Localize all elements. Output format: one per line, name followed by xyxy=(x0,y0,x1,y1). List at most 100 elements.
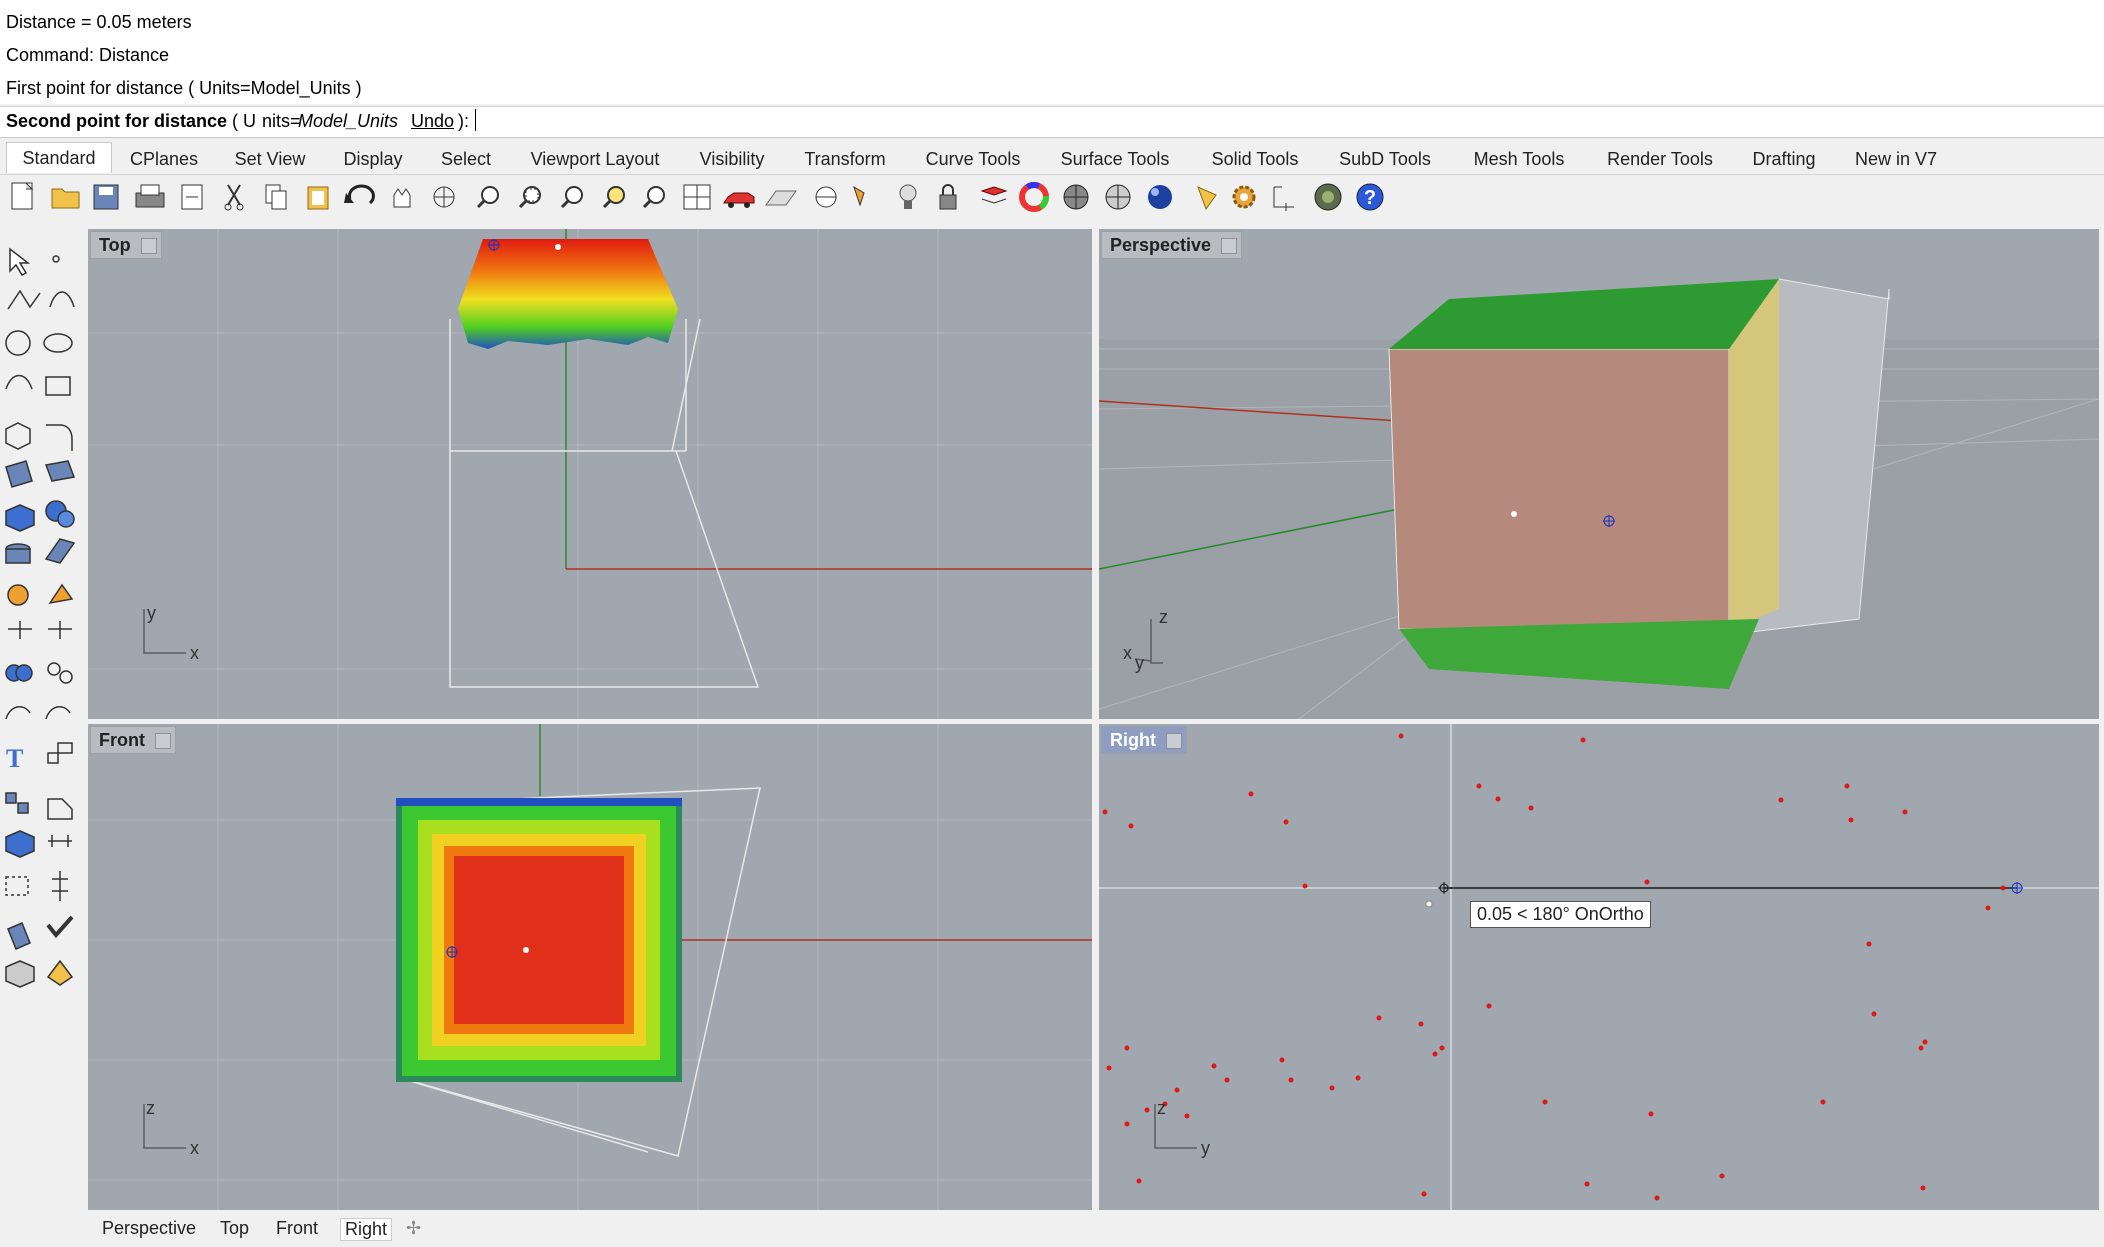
settings-icon[interactable] xyxy=(1232,185,1256,209)
prompt-units-value[interactable]: Model_Units xyxy=(298,111,398,132)
bottom-tab-right[interactable]: Right xyxy=(340,1218,393,1241)
tab-mesh-tools[interactable]: Mesh Tools xyxy=(1462,144,1576,174)
light-icon[interactable] xyxy=(899,184,917,209)
arc-icon[interactable] xyxy=(5,374,33,390)
new-icon[interactable] xyxy=(11,182,34,210)
cylinder-icon[interactable] xyxy=(5,543,31,564)
help-icon[interactable]: ? xyxy=(1356,183,1384,211)
offset-icon[interactable] xyxy=(5,706,31,720)
tab-surface-tools[interactable]: Surface Tools xyxy=(1048,144,1182,174)
lock-icon[interactable] xyxy=(939,184,957,210)
viewport-label-right[interactable]: Right xyxy=(1101,726,1187,754)
render-object-icon[interactable] xyxy=(5,960,35,988)
layer-icon[interactable] xyxy=(980,186,1008,204)
cplane-icon[interactable] xyxy=(815,186,837,208)
perspective-viewport[interactable]: z x y Perspective xyxy=(1099,229,2099,719)
cut-icon[interactable] xyxy=(224,184,244,211)
zoom-icon[interactable] xyxy=(476,186,499,209)
tab-set-view[interactable]: Set View xyxy=(222,144,318,174)
select-arrow-icon[interactable] xyxy=(9,247,31,276)
snap-icon[interactable] xyxy=(853,185,865,207)
chevron-down-icon[interactable] xyxy=(1221,238,1238,254)
tab-render-tools[interactable]: Render Tools xyxy=(1594,144,1726,174)
polygon-icon[interactable] xyxy=(5,422,31,450)
material-icon[interactable] xyxy=(46,959,74,986)
tab-viewport-layout[interactable]: Viewport Layout xyxy=(516,144,674,174)
front-viewport[interactable]: z x Front xyxy=(88,724,1092,1210)
circle-icon[interactable] xyxy=(5,330,31,356)
top-viewport[interactable]: y x Top xyxy=(88,229,1092,719)
tab-visibility[interactable]: Visibility xyxy=(688,144,776,174)
prompt-units-option[interactable]: nits= xyxy=(262,111,301,132)
zoom-selected-icon[interactable] xyxy=(602,186,625,209)
tab-curve-tools[interactable]: Curve Tools xyxy=(914,144,1032,174)
rectangle-icon[interactable] xyxy=(45,376,71,396)
tab-transform[interactable]: Transform xyxy=(790,144,900,174)
boolean-icon[interactable] xyxy=(48,583,74,605)
tab-new-in-v7[interactable]: New in V7 xyxy=(1844,144,1948,174)
rotate-view-icon[interactable] xyxy=(433,186,455,208)
tab-standard[interactable]: Standard xyxy=(6,142,112,173)
text-icon[interactable]: T xyxy=(6,744,23,773)
polyline-icon[interactable] xyxy=(7,289,41,310)
print-icon[interactable] xyxy=(135,184,165,208)
trim-icon[interactable] xyxy=(8,621,32,639)
zoom-extents-icon[interactable] xyxy=(560,186,583,209)
viewport-label-front[interactable]: Front xyxy=(90,726,176,754)
undo-icon[interactable] xyxy=(344,184,375,205)
car-icon[interactable] xyxy=(723,192,755,208)
curve-icon[interactable] xyxy=(49,291,75,308)
bottom-tab-top[interactable]: Top xyxy=(220,1218,249,1239)
tab-select[interactable]: Select xyxy=(428,144,504,174)
chevron-down-icon[interactable] xyxy=(140,238,157,254)
color-wheel-icon[interactable] xyxy=(1019,182,1049,212)
save-icon[interactable] xyxy=(93,184,119,210)
import-icon[interactable] xyxy=(181,184,203,210)
spotlight-icon[interactable] xyxy=(1197,186,1217,211)
align-icon[interactable] xyxy=(52,871,68,901)
viewport-label-top[interactable]: Top xyxy=(90,231,162,259)
zoom-window-icon[interactable] xyxy=(518,186,541,209)
shaded-icon[interactable] xyxy=(1063,184,1089,210)
pan-icon[interactable] xyxy=(393,188,411,208)
tab-display[interactable]: Display xyxy=(330,144,416,174)
render-icon[interactable] xyxy=(1314,183,1342,211)
dimensions-icon[interactable] xyxy=(1273,186,1294,211)
tab-cplanes[interactable]: CPlanes xyxy=(120,144,208,174)
tab-solid-tools[interactable]: Solid Tools xyxy=(1196,144,1314,174)
dimension-tool-icon[interactable] xyxy=(48,835,72,847)
sweep-icon[interactable] xyxy=(44,460,76,482)
group-icon[interactable] xyxy=(5,792,29,814)
tab-drafting[interactable]: Drafting xyxy=(1744,144,1824,174)
paste-icon[interactable] xyxy=(307,186,329,210)
command-prompt[interactable]: Second point for distance ( U nits= Mode… xyxy=(0,106,2104,138)
right-viewport[interactable]: z y 0.05 < 180° OnOrtho Right xyxy=(1099,724,2099,1210)
blend-icon[interactable] xyxy=(45,706,71,720)
array-icon[interactable] xyxy=(47,662,73,684)
bottom-tab-front[interactable]: Front xyxy=(276,1218,318,1239)
bottom-tab-perspective[interactable]: Perspective xyxy=(102,1218,196,1239)
split-icon[interactable] xyxy=(48,621,72,639)
boolean-union-icon[interactable] xyxy=(5,664,33,682)
ellipse-icon[interactable] xyxy=(43,333,73,353)
mesh-surface-icon[interactable] xyxy=(44,538,76,564)
rotate-icon[interactable] xyxy=(642,186,665,209)
four-viewports-icon[interactable] xyxy=(683,184,711,210)
scale-icon[interactable] xyxy=(47,742,73,764)
sphere-tool-icon[interactable] xyxy=(45,500,75,528)
analyze-icon[interactable] xyxy=(7,922,31,950)
check-icon[interactable] xyxy=(46,915,74,939)
solid-box-icon[interactable] xyxy=(5,830,35,858)
point-icon[interactable] xyxy=(52,255,60,263)
open-icon[interactable] xyxy=(51,188,80,209)
grid-array-icon[interactable] xyxy=(5,876,29,896)
grid-icon[interactable] xyxy=(765,190,797,206)
explode-icon[interactable] xyxy=(7,584,29,606)
copy-icon[interactable] xyxy=(265,184,287,210)
rendered-icon[interactable] xyxy=(1105,184,1131,210)
chevron-down-icon[interactable] xyxy=(1165,733,1182,749)
viewport-label-perspective[interactable]: Perspective xyxy=(1101,231,1243,259)
sphere-icon[interactable] xyxy=(1148,185,1172,209)
chevron-down-icon[interactable] xyxy=(154,733,171,749)
fillet-icon[interactable] xyxy=(46,424,73,451)
